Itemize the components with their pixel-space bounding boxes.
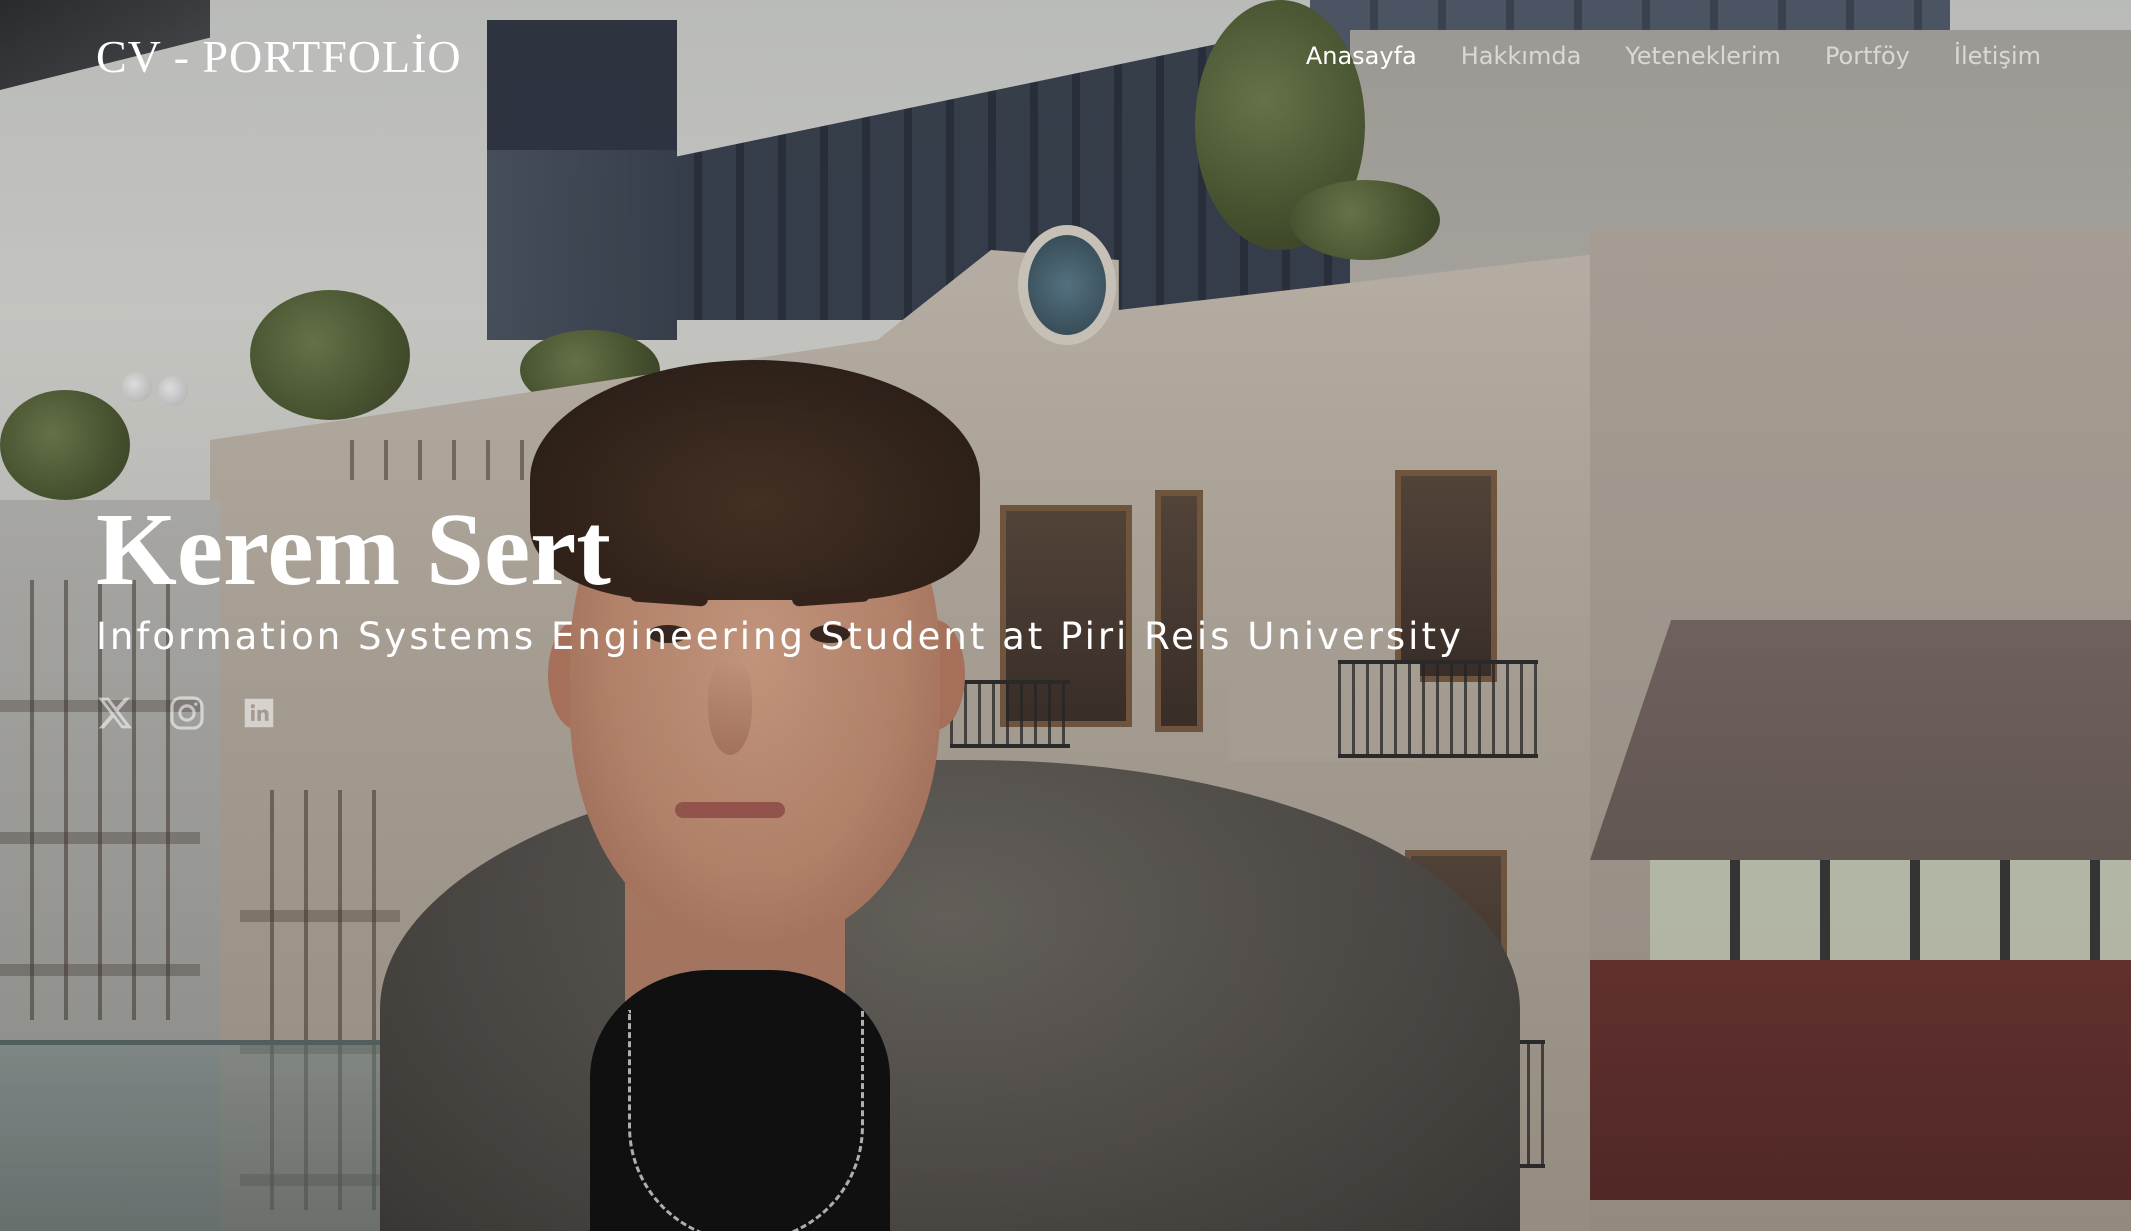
instagram-icon[interactable] (168, 694, 206, 732)
hero-subtitle: Information Systems Engineering Student … (96, 615, 1464, 658)
hero-section: CV - PORTFOLİO Anasayfa Hakkımda Yetenek… (0, 0, 2131, 1231)
nav-item-anasayfa: Anasayfa (1306, 42, 1417, 70)
nav-link-anasayfa[interactable]: Anasayfa (1306, 42, 1417, 70)
hero-name: Kerem Sert (96, 492, 611, 607)
social-links (96, 694, 1464, 732)
nav-link-portfoy[interactable]: Portföy (1825, 42, 1910, 70)
nav-item-iletisim: İletişim (1954, 42, 2041, 70)
hero-content: Kerem Sert Information Systems Engineeri… (96, 495, 1464, 732)
site-logo[interactable]: CV - PORTFOLİO (96, 30, 462, 83)
nav-link-yeteneklerim[interactable]: Yeteneklerim (1625, 42, 1781, 70)
site-header: CV - PORTFOLİO Anasayfa Hakkımda Yetenek… (0, 0, 2131, 120)
nav-link-iletisim[interactable]: İletişim (1954, 42, 2041, 70)
x-twitter-icon[interactable] (96, 694, 134, 732)
nav-link-hakkimda[interactable]: Hakkımda (1461, 42, 1582, 70)
nav-item-hakkimda: Hakkımda (1461, 42, 1582, 70)
nav-item-yeteneklerim: Yeteneklerim (1625, 42, 1781, 70)
main-nav: Anasayfa Hakkımda Yeteneklerim Portföy İ… (1306, 42, 2041, 70)
nav-item-portfoy: Portföy (1825, 42, 1910, 70)
linkedin-icon[interactable] (240, 694, 278, 732)
